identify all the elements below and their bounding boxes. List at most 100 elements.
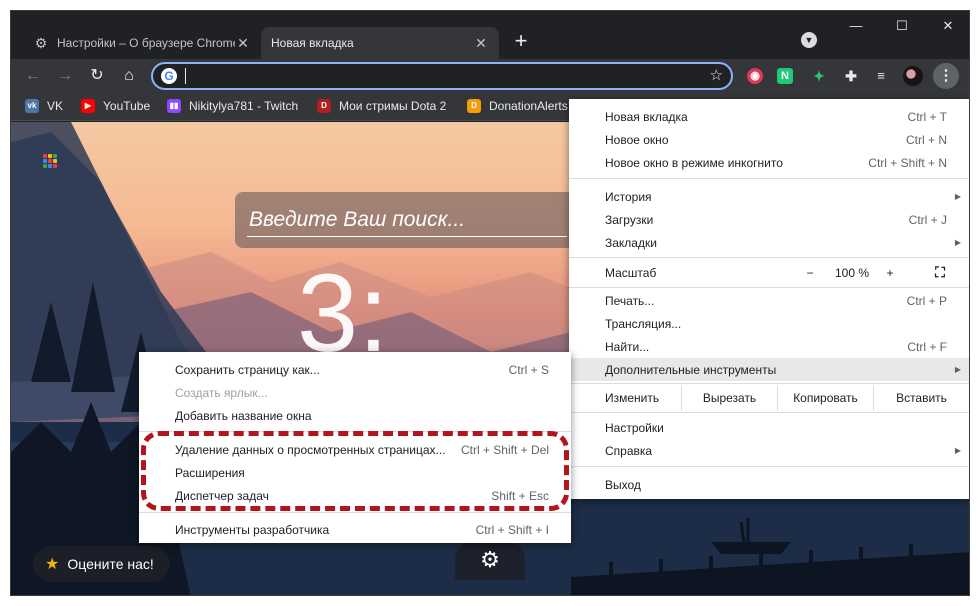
extensions-puzzle-icon[interactable]: ✚: [843, 68, 859, 84]
menu-item-new-window[interactable]: Новое окно Ctrl + N: [569, 128, 969, 151]
profile-avatar[interactable]: [903, 66, 923, 86]
tab-settings[interactable]: ⚙ Настройки – О браузере Chrome ✕: [23, 27, 261, 59]
close-icon[interactable]: ✕: [473, 35, 489, 52]
menu-shortcut: Ctrl + N: [905, 132, 947, 147]
menu-item-new-tab[interactable]: Новая вкладка Ctrl + T: [569, 105, 969, 128]
tab-new-tab[interactable]: Новая вкладка ✕: [261, 27, 499, 59]
address-bar[interactable]: G ☆: [151, 62, 733, 90]
home-icon[interactable]: ⌂: [117, 64, 141, 88]
chrome-menu-button[interactable]: ⋮: [933, 63, 959, 89]
bookmark-label: Мои стримы Dota 2: [339, 99, 447, 113]
star-icon: ★: [45, 556, 60, 573]
zoom-out-button[interactable]: −: [797, 261, 823, 284]
menu-shortcut: Ctrl + Shift + I: [475, 522, 549, 537]
gear-icon: ⚙: [480, 547, 500, 572]
new-tab-button[interactable]: +: [509, 30, 533, 54]
highlight-annotation: [141, 431, 569, 511]
zoom-level: 100 %: [834, 265, 870, 280]
menu-item-settings[interactable]: Настройки: [569, 416, 969, 439]
menu-item-incognito[interactable]: Новое окно в режиме инкогнито Ctrl + Shi…: [569, 151, 969, 174]
search-underline: [247, 236, 567, 237]
fullscreen-icon[interactable]: ⛶: [925, 261, 955, 284]
menu-separator: [139, 512, 571, 513]
settings-gear-button[interactable]: ⚙: [455, 540, 525, 580]
menu-label: Справка: [605, 443, 653, 458]
menu-item-zoom: Масштаб − 100 % + ⛶: [569, 261, 969, 284]
menu-item-history[interactable]: История ▶: [569, 185, 969, 208]
text-caret: [185, 68, 186, 84]
cut-button[interactable]: Вырезать: [681, 385, 777, 411]
close-window-button[interactable]: ✕: [925, 11, 969, 41]
reload-icon[interactable]: ↻: [85, 64, 109, 88]
extension-red-icon[interactable]: ◉: [747, 68, 763, 84]
menu-shortcut: Ctrl + F: [907, 339, 947, 354]
toolbar: ← → ↻ ⌂ G ☆ ◉ N ✦ ✚ ≡ ⋮: [11, 59, 969, 93]
menu-item-cast[interactable]: Трансляция...: [569, 312, 969, 335]
menu-separator: [569, 383, 969, 384]
submenu-item-save-page[interactable]: Сохранить страницу как... Ctrl + S: [139, 358, 571, 381]
menu-label: Новое окно в режиме инкогнито: [605, 155, 783, 170]
submenu-arrow-icon: ▶: [954, 192, 961, 201]
menu-item-exit[interactable]: Выход: [569, 473, 969, 496]
menu-shortcut: Ctrl + T: [907, 109, 947, 124]
forward-arrow-icon[interactable]: →: [53, 64, 77, 88]
close-icon[interactable]: ✕: [235, 35, 251, 52]
twitch-icon: ▮▮: [167, 99, 181, 113]
menu-label: Выход: [605, 477, 641, 492]
copy-button[interactable]: Копировать: [777, 385, 873, 411]
search-box[interactable]: Введите Ваш поиск...: [235, 192, 575, 248]
menu-item-bookmarks[interactable]: Закладки ▶: [569, 231, 969, 254]
submenu-arrow-icon: ▶: [954, 365, 961, 374]
submenu-item-dev-tools[interactable]: Инструменты разработчика Ctrl + Shift + …: [139, 518, 571, 541]
menu-separator: [569, 412, 969, 413]
submenu-item-create-shortcut: Создать ярлык...: [139, 381, 571, 404]
menu-item-edit: Изменить Вырезать Копировать Вставить: [569, 385, 969, 411]
bookmark-star-icon[interactable]: ☆: [710, 66, 723, 84]
submenu-arrow-icon: ▶: [954, 446, 961, 455]
bookmark-dota[interactable]: D Мои стримы Dota 2: [317, 99, 446, 113]
tab-search-icon[interactable]: ▼: [801, 32, 817, 48]
menu-item-more-tools[interactable]: Дополнительные инструменты ▶: [569, 358, 969, 381]
chrome-main-menu: Новая вкладка Ctrl + T Новое окно Ctrl +…: [569, 99, 969, 499]
menu-item-help[interactable]: Справка ▶: [569, 439, 969, 462]
menu-separator: [569, 178, 969, 179]
menu-item-downloads[interactable]: Загрузки Ctrl + J: [569, 208, 969, 231]
reading-list-icon[interactable]: ≡: [873, 68, 889, 84]
menu-shortcut: Ctrl + J: [908, 212, 947, 227]
bookmark-youtube[interactable]: ▶ YouTube: [81, 99, 150, 113]
google-icon: G: [161, 68, 177, 84]
zoom-in-button[interactable]: +: [877, 261, 903, 284]
search-placeholder[interactable]: Введите Ваш поиск...: [249, 208, 465, 232]
bookmark-twitch[interactable]: ▮▮ Nikitylya781 - Twitch: [167, 99, 298, 113]
dota-icon: D: [317, 99, 331, 113]
menu-label: Инструменты разработчика: [175, 522, 330, 537]
bookmark-donationalerts[interactable]: D DonationAlerts: [467, 99, 568, 113]
gear-icon: ⚙: [34, 34, 48, 51]
back-arrow-icon[interactable]: ←: [21, 64, 45, 88]
bookmark-vk[interactable]: vk VK: [25, 99, 63, 113]
tab-strip: ⚙ Настройки – О браузере Chrome ✕ Новая …: [11, 11, 969, 59]
youtube-icon: ▶: [81, 99, 95, 113]
menu-item-find[interactable]: Найти... Ctrl + F: [569, 335, 969, 358]
browser-window: ⚙ Настройки – О браузере Chrome ✕ Новая …: [10, 10, 970, 596]
tab-title: Настройки – О браузере Chrome: [57, 36, 235, 50]
menu-label: История: [605, 189, 652, 204]
extension-n-icon[interactable]: N: [777, 68, 793, 84]
submenu-item-window-name[interactable]: Добавить название окна: [139, 404, 571, 427]
menu-label: Добавить название окна: [175, 408, 312, 423]
submenu-arrow-icon: ▶: [954, 238, 961, 247]
minimize-button[interactable]: —: [833, 11, 879, 41]
edit-label: Изменить: [605, 391, 660, 405]
donationalerts-icon: D: [467, 99, 481, 113]
menu-item-print[interactable]: Печать... Ctrl + P: [569, 289, 969, 312]
menu-label: Сохранить страницу как...: [175, 362, 320, 377]
menu-separator: [569, 257, 969, 258]
maximize-button[interactable]: ☐: [879, 11, 925, 41]
rate-us-button[interactable]: ★ Оцените нас!: [33, 546, 170, 582]
tab-title: Новая вкладка: [271, 36, 354, 50]
apps-grid-icon[interactable]: [43, 154, 57, 168]
paste-button[interactable]: Вставить: [873, 385, 969, 411]
menu-label: Настройки: [605, 420, 664, 435]
extension-green-icon[interactable]: ✦: [811, 68, 827, 84]
menu-shortcut: Ctrl + P: [906, 293, 947, 308]
